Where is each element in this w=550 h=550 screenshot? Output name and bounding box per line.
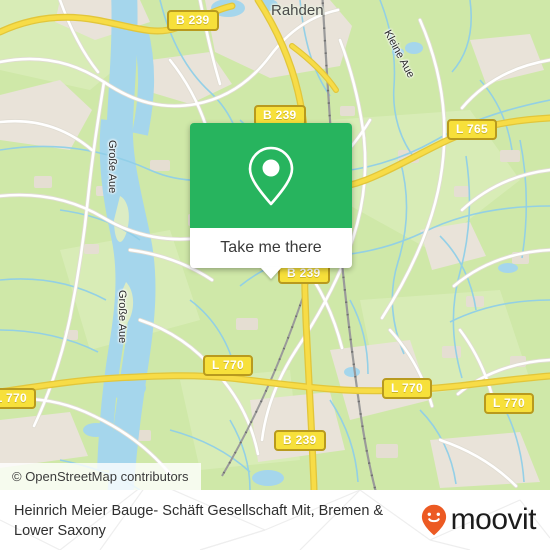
- road-shield-l770-edge[interactable]: L 770: [0, 388, 36, 409]
- poi-callout-card[interactable]: Take me there: [190, 123, 352, 279]
- water-label-grosse-aue-south: Große Aue: [116, 290, 128, 344]
- card-pointer-tail: [260, 267, 282, 279]
- moovit-wordmark: moovit: [450, 503, 537, 536]
- map-canvas[interactable]: Rahden Große Aue Große Aue Kleine Aue B …: [0, 0, 550, 490]
- road-shield-b239-bottom[interactable]: B 239: [274, 430, 326, 451]
- poi-title: Heinrich Meier Bauge- Schäft Gesellschaf…: [14, 503, 384, 539]
- road-shield-l765[interactable]: L 765: [447, 119, 497, 140]
- road-shield-l770-center[interactable]: L 770: [382, 378, 432, 399]
- poi-card-image-area: [190, 123, 352, 228]
- moovit-smiley-pin-icon: [421, 504, 446, 536]
- attribution-text: © OpenStreetMap contributors: [12, 469, 189, 484]
- moovit-map-page: Rahden Große Aue Große Aue Kleine Aue B …: [0, 0, 550, 550]
- road-shield-l770-left[interactable]: L 770: [203, 355, 253, 376]
- road-shield-l770-right[interactable]: L 770: [484, 393, 534, 414]
- road-shield-b239-top-left[interactable]: B 239: [167, 10, 219, 31]
- water-label-grosse-aue-north: Große Aue: [106, 140, 118, 194]
- take-me-there-button[interactable]: Take me there: [190, 228, 352, 268]
- moovit-brand[interactable]: moovit: [421, 503, 537, 536]
- place-label-rahden: Rahden: [271, 2, 324, 19]
- map-pin-icon: [248, 146, 294, 205]
- footer-bar: Heinrich Meier Bauge- Schäft Gesellschaf…: [0, 490, 550, 550]
- take-me-there-label: Take me there: [220, 239, 322, 256]
- map-attribution[interactable]: © OpenStreetMap contributors: [0, 463, 201, 490]
